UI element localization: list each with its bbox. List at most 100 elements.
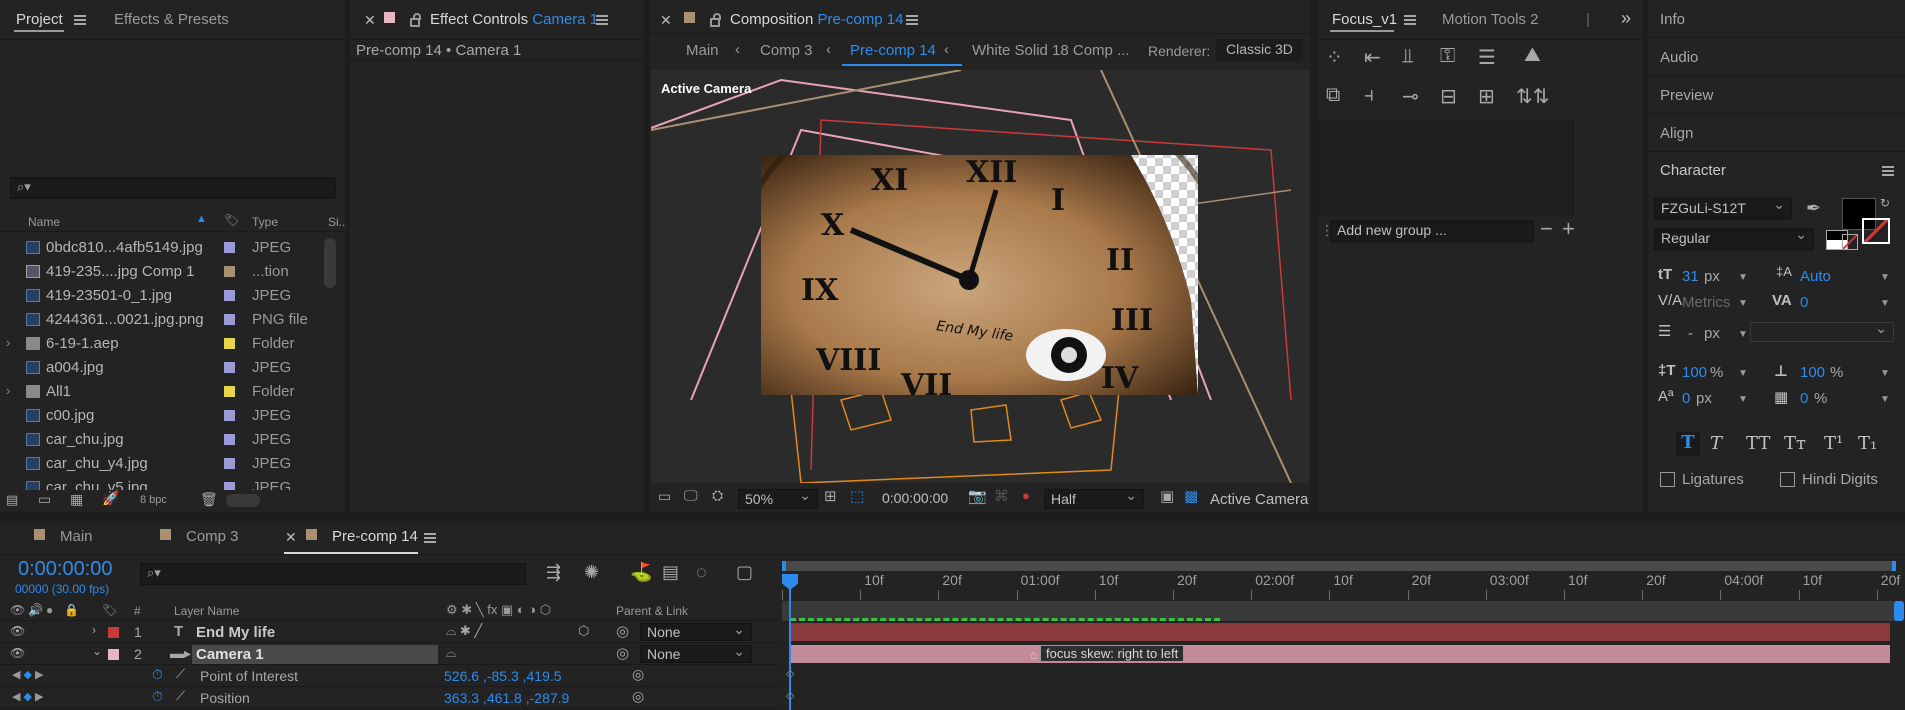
graph-icon[interactable]: ⟋ bbox=[176, 688, 185, 704]
render-queue-icon[interactable]: 🚀 bbox=[102, 490, 119, 507]
kerning-dropdown-icon[interactable]: ▼ bbox=[1738, 298, 1748, 309]
focus-menu-icon[interactable] bbox=[1404, 15, 1416, 25]
item-label-swatch[interactable] bbox=[224, 314, 235, 325]
layer-label-swatch[interactable] bbox=[108, 627, 119, 638]
all-caps-button[interactable]: TT bbox=[1746, 433, 1770, 454]
layer-duration-bar[interactable] bbox=[790, 645, 1890, 663]
stroke-style-select[interactable] bbox=[1750, 320, 1894, 342]
switches-header-icons[interactable]: ⚙ ✱ ╲ fx ▣ ◐ ◑ ⬡ bbox=[446, 602, 551, 618]
kerning-value[interactable]: Metrics bbox=[1682, 294, 1730, 311]
tab-project[interactable]: Project bbox=[16, 11, 63, 28]
mask-visibility-icon[interactable]: ⛭ bbox=[712, 487, 723, 504]
close-icon[interactable]: ✕ bbox=[285, 529, 297, 546]
layer-name-selected[interactable]: Camera 1 bbox=[192, 645, 438, 664]
tsume-value[interactable]: 0 bbox=[1800, 390, 1808, 407]
audio-column-icon[interactable]: 🔊 bbox=[28, 603, 43, 617]
horizontal-scale-value[interactable]: 100 bbox=[1800, 364, 1825, 381]
resolution-select[interactable]: Half bbox=[1044, 487, 1144, 509]
expand-arrow-icon[interactable]: › bbox=[6, 335, 10, 350]
layer-name[interactable]: End My life bbox=[196, 624, 275, 641]
leading-value[interactable]: Auto bbox=[1800, 268, 1831, 285]
vertical-scale-value[interactable]: 100 bbox=[1682, 364, 1707, 381]
3d-layer-icon[interactable]: ⬡ bbox=[578, 623, 589, 639]
visibility-eye-icon[interactable]: 👁 bbox=[10, 624, 25, 638]
label-column-icon[interactable]: 🏷 bbox=[102, 603, 117, 617]
focus-list-icon[interactable]: ☰ bbox=[1478, 45, 1496, 70]
effect-controls-menu-icon[interactable] bbox=[596, 15, 608, 25]
close-icon[interactable]: ✕ bbox=[660, 12, 672, 29]
character-menu-icon[interactable] bbox=[1882, 166, 1894, 176]
interpret-footage-icon[interactable]: ▤ bbox=[6, 492, 18, 508]
focus-align-top-icon[interactable]: ⫫ bbox=[1402, 45, 1413, 68]
stroke-color-swatch[interactable] bbox=[1862, 218, 1890, 244]
tab-effect-controls[interactable]: Effect Controls Camera 1 bbox=[430, 11, 598, 28]
end-handle[interactable] bbox=[1894, 601, 1904, 621]
solo-column-icon[interactable]: ● bbox=[46, 603, 53, 617]
baseline-shift-dropdown-icon[interactable]: ▼ bbox=[1738, 394, 1748, 405]
font-size-value[interactable]: 31 bbox=[1682, 268, 1699, 285]
new-folder-icon[interactable]: ▭ bbox=[38, 491, 51, 508]
panel-preview[interactable]: Preview bbox=[1648, 76, 1905, 114]
stopwatch-icon[interactable]: ⏱ bbox=[152, 688, 163, 705]
project-search-input[interactable]: ⌕▾ bbox=[10, 177, 336, 199]
tab-timeline-precomp14[interactable]: Pre-comp 14 bbox=[332, 528, 418, 545]
focus-dots-icon[interactable]: ⁘ bbox=[1326, 45, 1343, 70]
layer-switches[interactable]: ⌓ ✱ ╱ bbox=[446, 623, 482, 639]
pickwhip-icon[interactable]: ◎ bbox=[616, 622, 629, 640]
tab-effects-presets[interactable]: Effects & Presets bbox=[114, 11, 229, 28]
pickwhip-icon[interactable]: ◎ bbox=[616, 644, 629, 662]
item-label-swatch[interactable] bbox=[224, 242, 235, 253]
stopwatch-icon[interactable]: ⏱ bbox=[152, 666, 163, 683]
thumbnail-slider[interactable] bbox=[226, 494, 260, 507]
property-row[interactable]: ◀ ◆ ▶ ⏱ ⟋ Position 363.3 ,461.8 ,-287.9 … bbox=[0, 688, 780, 709]
panel-audio[interactable]: Audio bbox=[1648, 38, 1905, 76]
font-size-dropdown-icon[interactable]: ▼ bbox=[1738, 272, 1748, 283]
item-label-swatch[interactable] bbox=[224, 386, 235, 397]
item-label-swatch[interactable] bbox=[224, 458, 235, 469]
focus-group-icon[interactable]: ⧉ bbox=[1326, 84, 1340, 107]
graph-editor-icon[interactable]: ▢ bbox=[736, 562, 753, 583]
breadcrumb-main[interactable]: Main bbox=[686, 42, 719, 59]
property-row[interactable]: ◀ ◆ ▶ ⏱ ⟋ Point of Interest 526.6 ,-85.3… bbox=[0, 666, 780, 687]
tab-timeline-main[interactable]: Main bbox=[60, 528, 93, 545]
video-column-icon[interactable]: 👁 bbox=[10, 603, 25, 617]
list-item[interactable]: › All1 Folder bbox=[0, 380, 330, 404]
hindi-digits-checkbox[interactable] bbox=[1780, 472, 1795, 487]
channel-rgb-icon[interactable]: ● bbox=[1022, 488, 1030, 503]
property-value[interactable]: 363.3 ,461.8 ,-287.9 bbox=[444, 690, 569, 706]
list-item[interactable]: c00.jpg JPEG bbox=[0, 404, 330, 428]
lock-icon[interactable] bbox=[410, 13, 421, 27]
panel-info[interactable]: Info bbox=[1648, 0, 1905, 38]
add-group-icon[interactable]: + bbox=[1562, 216, 1575, 242]
font-style-select[interactable]: Regular bbox=[1654, 226, 1814, 250]
column-size[interactable]: Si.. bbox=[328, 215, 345, 229]
layer-marker-comment[interactable]: focus skew: right to left bbox=[1040, 645, 1185, 662]
font-family-select[interactable]: FZGuLi-S12T bbox=[1654, 196, 1792, 220]
camera-snapshot-icon[interactable]: 📷 bbox=[968, 487, 987, 505]
item-label-swatch[interactable] bbox=[224, 266, 235, 277]
focus-add-icon[interactable]: ⊞ bbox=[1478, 84, 1495, 109]
focus-mountain-icon[interactable]: ⛰ bbox=[1524, 44, 1541, 67]
keyframe-nav-icon[interactable]: ◀ ◆ ▶ bbox=[12, 668, 44, 681]
add-group-input[interactable]: Add new group ... bbox=[1330, 220, 1534, 242]
small-caps-button[interactable]: Tт bbox=[1784, 433, 1806, 454]
project-scrollbar[interactable] bbox=[324, 238, 336, 288]
draft-3d-icon[interactable]: ✺ bbox=[584, 562, 599, 583]
collapse-arrow-icon[interactable]: ⌄ bbox=[92, 644, 102, 658]
list-item[interactable]: car_chu_y4.jpg JPEG bbox=[0, 452, 330, 476]
graph-icon[interactable]: ⟋ bbox=[176, 666, 185, 682]
focus-link-icon[interactable]: ⊸ bbox=[1402, 84, 1419, 109]
comp-mini-flowchart-icon[interactable]: ⇶ bbox=[546, 562, 561, 583]
tab-focus[interactable]: Focus_v1 bbox=[1332, 11, 1397, 28]
faux-bold-button[interactable]: T bbox=[1676, 432, 1700, 456]
bpc-toggle[interactable]: 8 bpc bbox=[140, 494, 167, 506]
playhead[interactable] bbox=[789, 574, 791, 710]
pickwhip-icon[interactable]: ◎ bbox=[632, 666, 644, 683]
column-name[interactable]: Name bbox=[28, 215, 60, 229]
leading-dropdown-icon[interactable]: ▼ bbox=[1880, 272, 1890, 283]
motion-blur-icon[interactable]: ◌ bbox=[696, 562, 707, 583]
focus-align-left-icon[interactable]: ⇤ bbox=[1364, 45, 1381, 70]
view-select[interactable]: Active Camera bbox=[1210, 491, 1308, 508]
item-label-swatch[interactable] bbox=[224, 410, 235, 421]
item-label-swatch[interactable] bbox=[224, 290, 235, 301]
